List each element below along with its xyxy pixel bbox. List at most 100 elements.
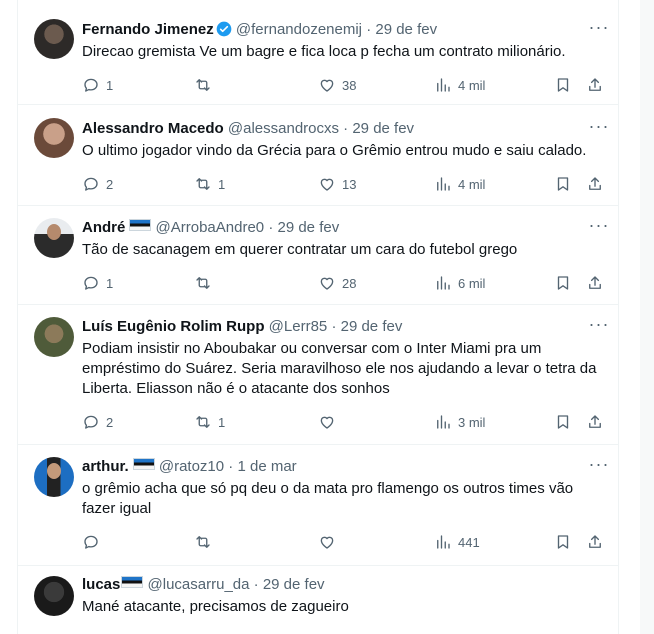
views-button[interactable]: 4 mil bbox=[434, 74, 485, 96]
tweet-header: Alessandro Macedo @alessandrocxs · 29 de… bbox=[82, 119, 578, 139]
author-handle[interactable]: @Lerr85 bbox=[269, 318, 328, 335]
tweet-date[interactable]: 29 de fev bbox=[277, 219, 339, 236]
bookmark-button[interactable] bbox=[554, 411, 572, 433]
separator-dot: · bbox=[343, 120, 349, 137]
author-name[interactable]: arthur. bbox=[82, 458, 129, 475]
author-handle[interactable]: @lucasarru_da bbox=[148, 576, 250, 593]
views-count: 4 mil bbox=[458, 176, 486, 192]
like-count: 28 bbox=[342, 275, 357, 291]
reply-icon bbox=[84, 177, 98, 191]
avatar[interactable] bbox=[34, 19, 74, 59]
share-button[interactable] bbox=[586, 272, 604, 294]
bookmark-button[interactable] bbox=[554, 531, 572, 553]
tweet[interactable]: Luís Eugênio Rolim Rupp @Lerr85 · 29 de … bbox=[18, 304, 618, 445]
views-button[interactable]: 441 bbox=[434, 531, 480, 553]
share-button[interactable] bbox=[586, 74, 604, 96]
tweet-text: Tão de sacanagem em querer contratar um … bbox=[82, 241, 518, 258]
reply-button[interactable] bbox=[82, 531, 106, 553]
reply-count: 2 bbox=[106, 176, 114, 192]
retweet-button[interactable]: 1 bbox=[194, 411, 225, 433]
author-name[interactable]: Luís Eugênio Rolim Rupp bbox=[82, 318, 265, 335]
tweet[interactable]: arthur. @ratoz10 · 1 de mar ··· o grêmio… bbox=[18, 444, 618, 566]
tweet-actions: 2 1 3 mil bbox=[82, 411, 602, 433]
like-button[interactable]: 38 bbox=[318, 74, 356, 96]
like-button[interactable] bbox=[318, 411, 342, 433]
reply-icon bbox=[84, 276, 98, 290]
timeline: Fernando Jimenez @fernandozenemij · 29 d… bbox=[17, 0, 619, 634]
tweet-date[interactable]: 29 de fev bbox=[263, 576, 325, 593]
reply-button[interactable]: 1 bbox=[82, 74, 113, 96]
tweet-header: arthur. @ratoz10 · 1 de mar bbox=[82, 457, 578, 477]
author-name[interactable]: André bbox=[82, 219, 125, 236]
more-options-icon[interactable]: ··· bbox=[588, 216, 610, 240]
tweet[interactable]: lucas @lucasarru_da · 29 de fev Mané ata… bbox=[18, 565, 618, 634]
tweet-actions: 1 38 4 mil bbox=[82, 74, 602, 96]
bookmark-button[interactable] bbox=[554, 74, 572, 96]
share-icon bbox=[589, 276, 601, 289]
separator-dot: · bbox=[268, 219, 274, 236]
more-options-icon[interactable]: ··· bbox=[588, 18, 610, 42]
tweet-date[interactable]: 29 de fev bbox=[375, 21, 437, 38]
views-button[interactable]: 4 mil bbox=[434, 173, 485, 195]
estonia-flag-icon bbox=[132, 458, 155, 470]
views-icon bbox=[437, 78, 450, 92]
avatar[interactable] bbox=[34, 118, 74, 158]
like-button[interactable] bbox=[318, 531, 342, 553]
tweet-date[interactable]: 29 de fev bbox=[352, 120, 414, 137]
retweet-icon bbox=[196, 178, 210, 190]
author-handle[interactable]: @alessandrocxs bbox=[228, 120, 339, 137]
share-button[interactable] bbox=[586, 173, 604, 195]
bookmark-button[interactable] bbox=[554, 173, 572, 195]
share-button[interactable] bbox=[586, 531, 604, 553]
like-button[interactable]: 13 bbox=[318, 173, 356, 195]
tweet-text: Direcao gremista Ve um bagre e fica loca… bbox=[82, 43, 566, 60]
tweet-actions: 441 bbox=[82, 531, 602, 553]
retweet-button[interactable]: 1 bbox=[194, 173, 225, 195]
avatar[interactable] bbox=[34, 317, 74, 357]
avatar[interactable] bbox=[34, 457, 74, 497]
views-button[interactable]: 3 mil bbox=[434, 411, 485, 433]
verified-badge-icon bbox=[216, 21, 232, 37]
retweet-icon bbox=[196, 79, 210, 91]
views-count: 6 mil bbox=[458, 275, 486, 291]
author-name[interactable]: lucas bbox=[82, 576, 120, 593]
more-options-icon[interactable]: ··· bbox=[588, 117, 610, 141]
heart-icon bbox=[320, 416, 334, 429]
reply-count: 1 bbox=[106, 77, 114, 93]
tweet-date[interactable]: 1 de mar bbox=[237, 458, 296, 475]
more-options-icon[interactable]: ··· bbox=[588, 455, 610, 479]
author-name[interactable]: Fernando Jimenez bbox=[82, 21, 214, 38]
share-button[interactable] bbox=[586, 411, 604, 433]
retweet-button[interactable] bbox=[194, 531, 218, 553]
separator-dot: · bbox=[228, 458, 234, 475]
like-button[interactable]: 28 bbox=[318, 272, 356, 294]
reply-button[interactable]: 2 bbox=[82, 411, 113, 433]
bookmark-button[interactable] bbox=[554, 272, 572, 294]
retweet-count: 1 bbox=[218, 414, 226, 430]
tweet-date[interactable]: 29 de fev bbox=[341, 318, 403, 335]
retweet-icon bbox=[196, 536, 210, 548]
tweet[interactable]: André @ArrobaAndre0 · 29 de fev ··· Tão … bbox=[18, 205, 618, 305]
share-icon bbox=[589, 177, 601, 190]
reply-button[interactable]: 2 bbox=[82, 173, 113, 195]
bookmark-icon bbox=[557, 276, 569, 290]
avatar[interactable] bbox=[34, 218, 74, 258]
author-handle[interactable]: @ArrobaAndre0 bbox=[156, 219, 265, 236]
author-name[interactable]: Alessandro Macedo bbox=[82, 120, 224, 137]
share-icon bbox=[589, 78, 601, 91]
reply-count: 2 bbox=[106, 414, 114, 430]
share-icon bbox=[589, 535, 601, 548]
separator-dot: · bbox=[331, 318, 337, 335]
reply-button[interactable]: 1 bbox=[82, 272, 113, 294]
author-handle[interactable]: @fernandozenemij bbox=[236, 21, 362, 38]
views-button[interactable]: 6 mil bbox=[434, 272, 485, 294]
author-handle[interactable]: @ratoz10 bbox=[159, 458, 224, 475]
tweet[interactable]: Fernando Jimenez @fernandozenemij · 29 d… bbox=[18, 0, 618, 105]
retweet-button[interactable] bbox=[194, 74, 218, 96]
tweet[interactable]: Alessandro Macedo @alessandrocxs · 29 de… bbox=[18, 104, 618, 206]
avatar[interactable] bbox=[34, 576, 74, 616]
reply-count: 1 bbox=[106, 275, 114, 291]
retweet-icon bbox=[196, 277, 210, 289]
more-options-icon[interactable]: ··· bbox=[588, 315, 610, 339]
retweet-button[interactable] bbox=[194, 272, 218, 294]
